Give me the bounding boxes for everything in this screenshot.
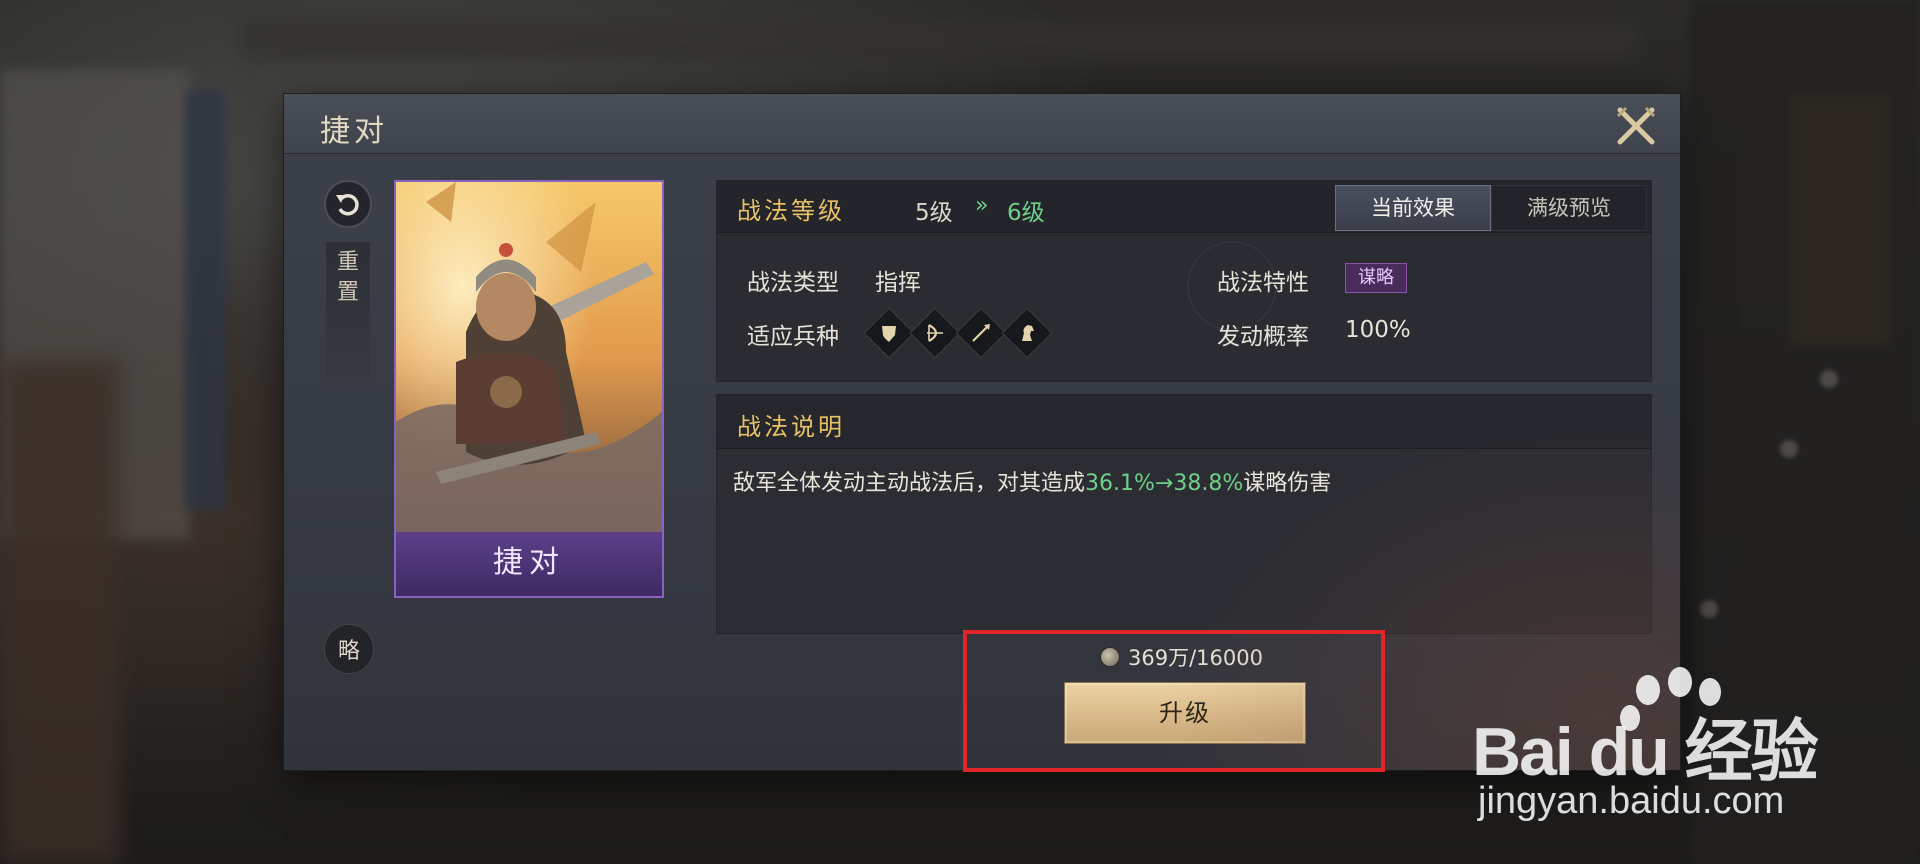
description-header: 战法说明 xyxy=(717,395,1651,449)
trait-label: 战法特性 xyxy=(1217,270,1309,296)
level-current: 5级 xyxy=(915,200,953,226)
dialog-title: 捷对 xyxy=(320,114,388,149)
tab-current-effect[interactable]: 当前效果 xyxy=(1335,185,1491,231)
reset-icon xyxy=(336,194,359,216)
description-text: 敌军全体发动主动战法后，对其造成36.1%→38.8%谋略伤害 xyxy=(733,471,1332,496)
level-next: 6级 xyxy=(1007,200,1045,226)
level-arrow-icon: » xyxy=(975,193,989,218)
level-title: 战法等级 xyxy=(737,197,845,225)
type-label: 战法类型 xyxy=(747,270,839,296)
annotation-highlight-box xyxy=(963,630,1385,772)
tactic-card: 捷对 xyxy=(394,180,664,598)
troops-label: 适应兵种 xyxy=(747,324,839,350)
bow-icon xyxy=(909,307,961,359)
tab-max-level-preview[interactable]: 满级预览 xyxy=(1491,185,1647,231)
tactic-description-panel: 战法说明 敌军全体发动主动战法后，对其造成36.1%→38.8%谋略伤害 xyxy=(716,394,1652,634)
tactic-info-panel: 战法等级 5级 » 6级 当前效果 满级预览 战法类型 指挥 战法特性 谋略 适… xyxy=(716,180,1652,382)
general-portrait xyxy=(396,182,662,532)
tactic-type-badge: 略 xyxy=(324,624,374,674)
level-header: 战法等级 5级 » 6级 当前效果 满级预览 xyxy=(717,181,1651,233)
horse-icon xyxy=(1001,307,1053,359)
reset-button[interactable] xyxy=(324,180,372,228)
description-title: 战法说明 xyxy=(737,413,845,441)
type-value: 指挥 xyxy=(875,270,921,296)
close-icon xyxy=(1616,106,1656,145)
rate-label: 发动概率 xyxy=(1217,324,1309,350)
effect-tabs: 当前效果 满级预览 xyxy=(1335,185,1647,231)
card-name: 捷对 xyxy=(396,532,662,596)
close-button[interactable] xyxy=(1614,104,1658,148)
rate-value: 100% xyxy=(1345,317,1411,343)
dialog-titlebar: 捷对 xyxy=(284,94,1680,154)
reset-label[interactable]: 重 置 xyxy=(326,242,370,392)
spear-icon xyxy=(955,307,1007,359)
troop-icons xyxy=(863,307,1053,359)
shield-icon xyxy=(863,307,915,359)
trait-tag: 谋略 xyxy=(1345,263,1407,293)
watermark-url: jingyan.baidu.com xyxy=(1478,780,1785,822)
damage-value-highlight: 36.1%→38.8% xyxy=(1085,471,1244,496)
